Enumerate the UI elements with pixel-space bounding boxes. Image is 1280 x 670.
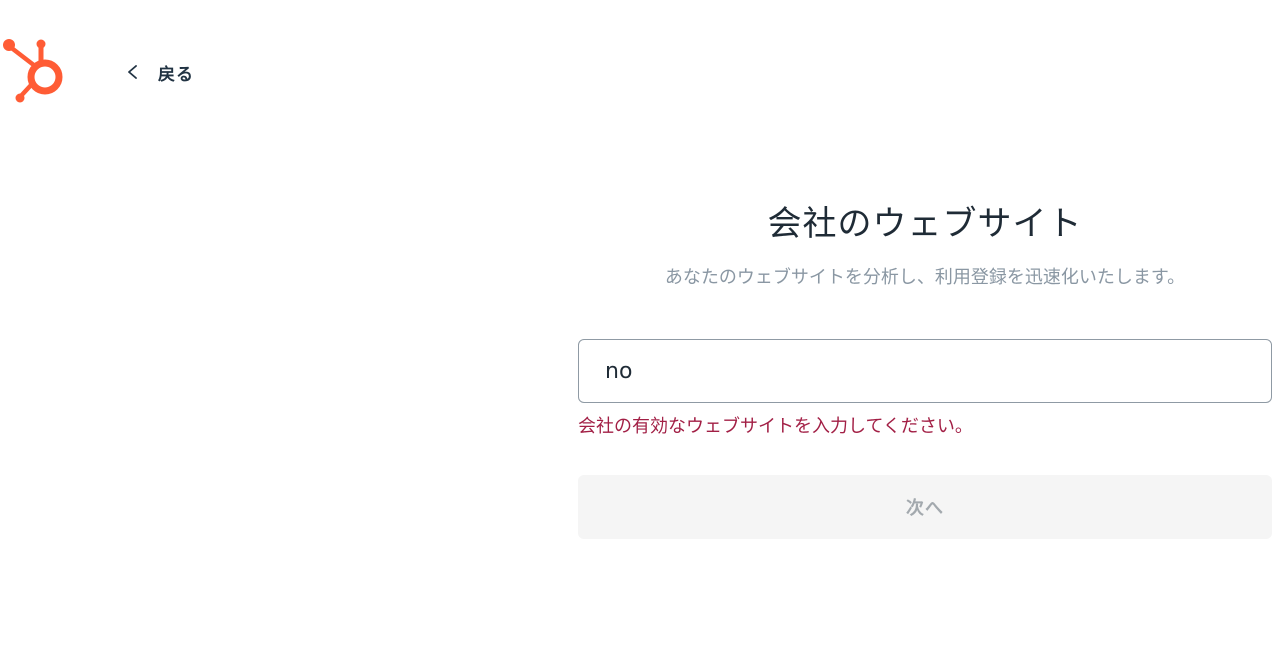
page-title: 会社のウェブサイト xyxy=(767,204,1083,244)
chevron-left-icon xyxy=(128,65,137,79)
website-input[interactable] xyxy=(578,339,1272,403)
onboarding-page: 戻る 会社のウェブサイト あなたのウェブサイトを分析し、利用登録を迅速化いたしま… xyxy=(0,0,1280,670)
back-link[interactable]: 戻る xyxy=(126,58,194,86)
back-label: 戻る xyxy=(158,64,194,85)
page-subtitle: あなたのウェブサイトを分析し、利用登録を迅速化いたします。 xyxy=(664,267,1186,288)
hubspot-logo-icon[interactable] xyxy=(0,34,74,108)
next-button[interactable]: 次へ xyxy=(578,475,1272,539)
website-error-message: 会社の有効なウェブサイトを入力してください。 xyxy=(578,416,973,437)
website-form: 会社のウェブサイト あなたのウェブサイトを分析し、利用登録を迅速化いたします。 … xyxy=(578,196,1272,539)
